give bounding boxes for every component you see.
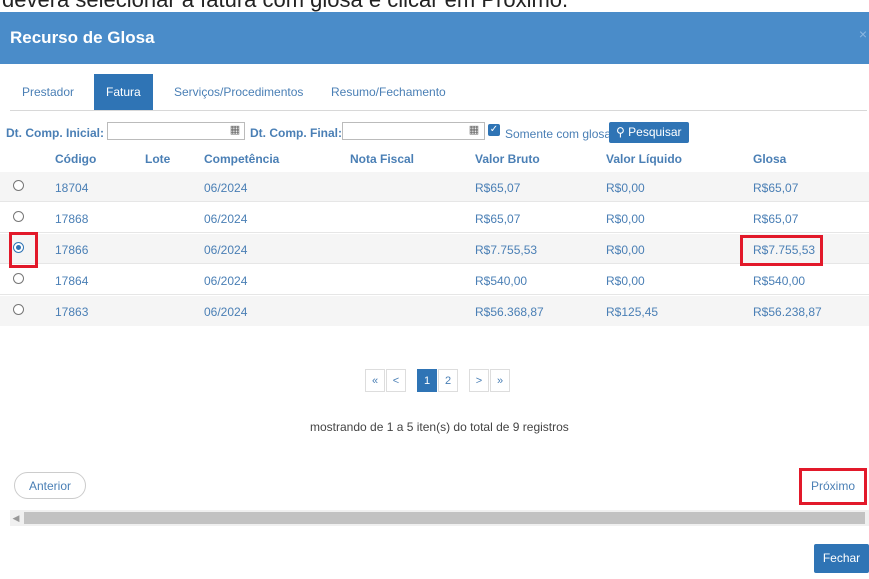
- col-glosa: Glosa: [753, 152, 787, 166]
- last-page-button[interactable]: »: [490, 369, 510, 392]
- page-1-button[interactable]: 1: [417, 369, 437, 392]
- horizontal-scrollbar[interactable]: ◀: [10, 510, 869, 526]
- cell-valor-liquido: R$0,00: [606, 181, 645, 195]
- row-radio[interactable]: [13, 211, 24, 222]
- dt-comp-final-input[interactable]: [342, 122, 485, 140]
- pesquisar-label: Pesquisar: [628, 125, 682, 139]
- cell-valor-bruto: R$540,00: [475, 274, 528, 288]
- col-codigo: Código: [55, 152, 97, 166]
- pesquisar-button[interactable]: ⚲ Pesquisar: [609, 122, 689, 143]
- filter-bar: Dt. Comp. Inicial: ▦ Dt. Comp. Final: ▦ …: [0, 122, 869, 144]
- cell-codigo: 17864: [55, 274, 89, 288]
- cell-valor-liquido: R$0,00: [606, 212, 645, 226]
- table-row[interactable]: 17863 06/2024 R$56.368,87 R$125,45 R$56.…: [0, 296, 869, 326]
- prev-page-button[interactable]: <: [386, 369, 406, 392]
- col-valor-liquido: Valor Líquido: [606, 152, 683, 166]
- tab-servicos-procedimentos[interactable]: Serviços/Procedimentos: [162, 74, 315, 110]
- next-page-button[interactable]: >: [469, 369, 489, 392]
- dt-comp-inicial-input[interactable]: [107, 122, 245, 140]
- cell-codigo: 18704: [55, 181, 89, 195]
- cell-competencia: 06/2024: [204, 212, 248, 226]
- col-valor-bruto: Valor Bruto: [475, 152, 540, 166]
- table-row[interactable]: 17864 06/2024 R$540,00 R$0,00 R$540,00: [0, 265, 869, 295]
- pagination-info: mostrando de 1 a 5 iten(s) do total de 9…: [310, 420, 569, 434]
- cell-competencia: 06/2024: [204, 305, 248, 319]
- cell-competencia: 06/2024: [204, 181, 248, 195]
- cell-valor-bruto: R$65,07: [475, 181, 521, 195]
- table-row-selected[interactable]: 17866 06/2024 R$7.755,53 R$0,00 R$7.755,…: [0, 234, 869, 264]
- cell-glosa: R$65,07: [753, 181, 799, 195]
- cell-glosa: R$65,07: [753, 212, 799, 226]
- cell-valor-bruto: R$7.755,53: [475, 243, 538, 257]
- tab-prestador[interactable]: Prestador: [10, 74, 86, 110]
- col-competencia: Competência: [204, 152, 280, 166]
- row-radio[interactable]: [13, 180, 24, 191]
- tab-bar: Prestador Fatura Serviços/Procedimentos …: [10, 74, 867, 111]
- row-radio[interactable]: [13, 304, 24, 315]
- scroll-left-icon[interactable]: ◀: [11, 511, 21, 525]
- cell-valor-bruto: R$56.368,87: [475, 305, 544, 319]
- proximo-button[interactable]: Próximo: [799, 468, 867, 505]
- fechar-button[interactable]: Fechar: [814, 544, 869, 573]
- col-nota-fiscal: Nota Fiscal: [350, 152, 415, 166]
- col-lote: Lote: [145, 152, 171, 166]
- cell-glosa: R$56.238,87: [753, 305, 822, 319]
- dt-comp-final-label: Dt. Comp. Final:: [250, 126, 342, 140]
- somente-com-glosa-checkbox[interactable]: ✓: [488, 124, 500, 136]
- cell-valor-liquido: R$0,00: [606, 274, 645, 288]
- table-row[interactable]: 17868 06/2024 R$65,07 R$0,00 R$65,07: [0, 203, 869, 233]
- tab-resumo-fechamento[interactable]: Resumo/Fechamento: [319, 74, 458, 110]
- cell-codigo: 17866: [55, 243, 89, 257]
- somente-com-glosa-label: Somente com glosa: [505, 127, 612, 141]
- modal-header: Recurso de Glosa ×: [0, 12, 869, 64]
- highlight-glosa-value: [740, 235, 823, 266]
- modal-title: Recurso de Glosa: [10, 28, 155, 47]
- calendar-icon[interactable]: ▦: [228, 123, 242, 137]
- anterior-button[interactable]: Anterior: [14, 472, 86, 499]
- instruction-caption: deverá selecionar a fatura com glosa e c…: [0, 0, 869, 12]
- close-icon[interactable]: ×: [859, 26, 867, 42]
- dt-comp-inicial-label: Dt. Comp. Inicial:: [6, 126, 105, 140]
- search-icon: ⚲: [616, 125, 625, 139]
- cell-competencia: 06/2024: [204, 243, 248, 257]
- cell-glosa: R$540,00: [753, 274, 806, 288]
- calendar-icon[interactable]: ▦: [467, 123, 481, 137]
- highlight-selected-radio: [9, 232, 38, 268]
- table-header: Código Lote Competência Nota Fiscal Valo…: [0, 150, 869, 172]
- page-2-button[interactable]: 2: [438, 369, 458, 392]
- first-page-button[interactable]: «: [365, 369, 385, 392]
- cell-codigo: 17863: [55, 305, 89, 319]
- scrollbar-thumb[interactable]: [24, 512, 865, 524]
- cell-competencia: 06/2024: [204, 274, 248, 288]
- table-row[interactable]: 18704 06/2024 R$65,07 R$0,00 R$65,07: [0, 172, 869, 202]
- row-radio[interactable]: [13, 273, 24, 284]
- cell-valor-liquido: R$125,45: [606, 305, 659, 319]
- cell-valor-liquido: R$0,00: [606, 243, 645, 257]
- cell-codigo: 17868: [55, 212, 89, 226]
- cell-valor-bruto: R$65,07: [475, 212, 521, 226]
- tab-fatura[interactable]: Fatura: [94, 74, 153, 110]
